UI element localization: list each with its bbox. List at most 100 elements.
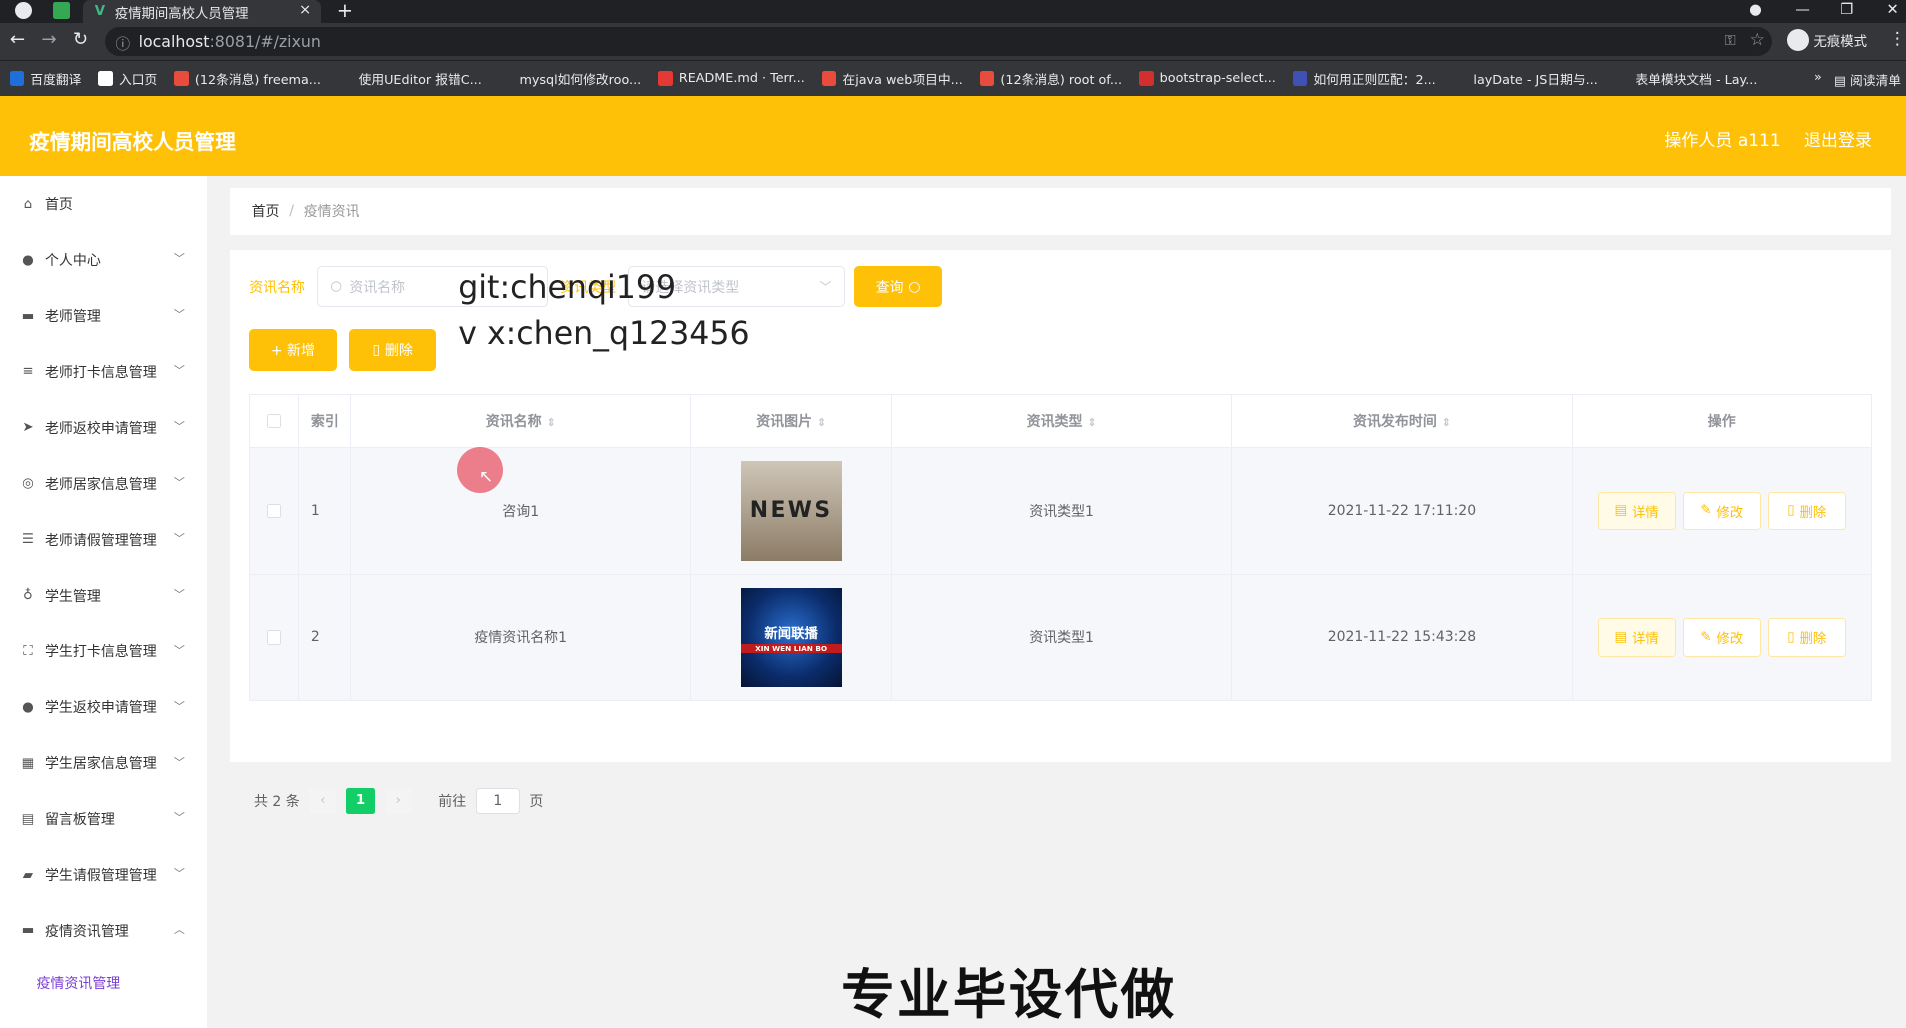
bookmark-item[interactable]: 百度翻译 <box>9 69 81 88</box>
sidebar-item[interactable]: ≡ 老师打卡信息管理 ﹀ <box>0 344 207 400</box>
news-thumbnail[interactable]: 新闻联播 XIN WEN LIAN BO <box>740 587 842 688</box>
address-toolbar: ← → ↻ ⓘ localhost:8081/#/zixun ⚿ ☆ 无痕模式 … <box>0 23 1906 60</box>
watermark-git: git:chenqi199 <box>458 269 677 306</box>
chevron-down-icon: ﹀ <box>173 867 185 881</box>
col-index: 索引 <box>297 393 352 449</box>
goto-page-input[interactable]: 1 <box>475 787 520 815</box>
sidebar-item-label: 老师居家信息管理 <box>44 476 157 493</box>
content-panel: 资讯名称 ○ 资讯名称 资讯类型 请选择资讯类型 ﹀ 查询 ○ + 新增 ▯ 删… <box>229 250 1892 815</box>
edit-button[interactable]: ✎ 修改 <box>1682 491 1761 531</box>
col-name-label: 资讯名称 <box>485 414 542 431</box>
key-icon[interactable]: ⚿ <box>1725 32 1736 49</box>
sidebar-item[interactable]: ▬ 老师管理 ﹀ <box>0 288 207 344</box>
row-select-cell <box>249 447 299 575</box>
sidebar-item[interactable]: ● 学生返校申请管理 ﹀ <box>0 679 207 735</box>
chrome-menu-icon[interactable] <box>14 2 32 20</box>
site-info-icon[interactable]: ⓘ <box>115 33 130 54</box>
sort-icon[interactable]: ⇕ <box>1442 416 1451 429</box>
breadcrumb-separator: / <box>289 203 294 220</box>
sidebar-item[interactable]: ⛶ 学生打卡信息管理 ﹀ <box>0 623 207 679</box>
col-type[interactable]: 资讯类型 ⇕ <box>890 393 1233 449</box>
bookmark-item[interactable]: 使用UEditor 报错C... <box>337 69 482 88</box>
chevron-down-icon: ﹀ <box>173 699 185 713</box>
add-button[interactable]: + 新增 <box>249 329 337 371</box>
bookmark-item[interactable]: mysql如何修改roo... <box>498 69 641 88</box>
chevron-down-icon: ﹀ <box>173 587 185 601</box>
sidebar-item[interactable]: ▦ 学生居家信息管理 ﹀ <box>0 735 207 791</box>
bookmarks-bar: 百度翻译 入口页 (12条消息) freema... 使用UEditor 报错C...… <box>0 59 1906 96</box>
bookmark-item[interactable]: 在java web项目中... <box>821 69 963 88</box>
sidebar-item[interactable]: ☰ 老师请假管理管理 ﹀ <box>0 512 207 568</box>
sidebar-submenu-item[interactable]: 疫情资讯管理 <box>0 959 207 1008</box>
cursor-icon: ↖ <box>478 466 494 487</box>
bookmark-item[interactable]: 表单模块文档 - Lay... <box>1614 69 1757 88</box>
bookmark-item[interactable]: 入口页 <box>98 69 157 88</box>
reading-list-button[interactable]: ▤ 阅读清单 <box>1834 70 1901 89</box>
sidebar-item[interactable]: ♁ 学生管理 ﹀ <box>0 568 207 624</box>
sort-icon[interactable]: ⇕ <box>1087 416 1096 429</box>
bookmark-item[interactable]: bootstrap-select... <box>1139 71 1276 86</box>
query-button[interactable]: 查询 ○ <box>854 266 942 308</box>
row-checkbox[interactable] <box>266 630 282 645</box>
sidebar-item-label: 老师打卡信息管理 <box>44 364 157 381</box>
sidebar-item[interactable]: ▬ 疫情资讯管理 ︿ <box>0 903 207 959</box>
browser-menu-icon[interactable]: ⋮ <box>1889 29 1906 49</box>
breadcrumb-home[interactable]: 首页 <box>252 201 280 221</box>
edit-button[interactable]: ✎ 修改 <box>1682 617 1761 657</box>
minimize-icon[interactable]: — <box>1795 1 1810 18</box>
batch-delete-button[interactable]: ▯ 删除 <box>348 329 437 371</box>
bookmark-item[interactable]: (12条消息) freema... <box>174 69 321 88</box>
forward-icon[interactable]: → <box>41 29 56 50</box>
detail-button[interactable]: ▤ 详情 <box>1597 617 1676 657</box>
back-icon[interactable]: ← <box>10 29 25 50</box>
tab-close-icon[interactable]: × <box>299 1 311 18</box>
bookmark-item[interactable]: layDate - JS日期与... <box>1452 69 1598 88</box>
profile-dropdown-icon[interactable]: ● <box>1749 1 1762 18</box>
sort-icon[interactable]: ⇕ <box>546 416 555 429</box>
sidebar-item[interactable]: ◎ 老师居家信息管理 ﹀ <box>0 456 207 512</box>
bookmark-star-icon[interactable]: ☆ <box>1750 30 1765 50</box>
bookmark-item[interactable]: 如何用正则匹配：2... <box>1292 69 1436 88</box>
name-search-placeholder: 资讯名称 <box>349 279 406 296</box>
sidebar-item[interactable]: ➤ 老师返校申请管理 ﹀ <box>0 400 207 456</box>
row-checkbox[interactable] <box>266 503 282 519</box>
reload-icon[interactable]: ↻ <box>73 29 88 50</box>
goto-label: 前往 <box>438 793 467 810</box>
bookmark-item[interactable]: README.md · Terr... <box>658 71 805 86</box>
delete-button[interactable]: ▯ 删除 <box>1767 617 1846 657</box>
prev-page-icon[interactable]: ‹ <box>309 787 337 815</box>
reading-list-label: 阅读清单 <box>1850 74 1902 90</box>
sidebar-item[interactable]: ⌂ 首页 <box>0 176 207 232</box>
sort-icon[interactable]: ⇕ <box>817 416 826 429</box>
sidebar-item-label: 个人中心 <box>44 253 101 270</box>
sidebar-item[interactable]: ▤ 留言板管理 ﹀ <box>0 791 207 847</box>
delete-button[interactable]: ▯ 删除 <box>1767 491 1846 531</box>
delete-label: 删除 <box>1799 632 1827 648</box>
col-image[interactable]: 资讯图片 ⇕ <box>690 393 892 449</box>
select-all-checkbox[interactable] <box>266 413 282 429</box>
restore-icon[interactable]: ❐ <box>1840 1 1853 18</box>
sidebar-item[interactable]: ● 个人中心 ﹀ <box>0 232 207 288</box>
page-number-active[interactable]: 1 <box>345 787 376 815</box>
sidebar-item[interactable]: ▰ 学生请假管理管理 ﹀ <box>0 847 207 903</box>
select-all-header[interactable] <box>249 393 299 449</box>
col-name[interactable]: 资讯名称 ⇕ <box>350 393 692 449</box>
more-bookmarks-icon[interactable]: » <box>1814 70 1822 89</box>
close-window-icon[interactable]: ✕ <box>1886 1 1898 18</box>
vue-icon: V <box>94 4 106 20</box>
bookmark-item[interactable]: (12条消息) root of... <box>979 69 1122 88</box>
detail-button[interactable]: ▤ 详情 <box>1597 491 1676 531</box>
next-page-icon[interactable]: › <box>384 787 412 815</box>
col-time[interactable]: 资讯发布时间 ⇕ <box>1231 393 1573 449</box>
row-image-cell: 新闻联播 XIN WEN LIAN BO <box>690 573 892 702</box>
url-bar[interactable]: ⓘ localhost:8081/#/zixun ⚿ ☆ <box>104 26 1773 56</box>
news-thumbnail[interactable]: NEWS <box>740 461 842 561</box>
search-icon: ○ <box>330 279 342 295</box>
logout-link[interactable]: 退出登录 <box>1804 126 1872 151</box>
document-icon: ▤ <box>1614 503 1628 519</box>
app-title: 疫情期间高校人员管理 <box>29 130 236 155</box>
row-name: 咨询1 <box>350 447 692 575</box>
incognito-indicator[interactable]: 无痕模式 <box>1786 29 1867 52</box>
new-tab-button[interactable]: + <box>337 0 353 22</box>
browser-tab[interactable]: V 疫情期间高校人员管理 × <box>82 0 321 24</box>
